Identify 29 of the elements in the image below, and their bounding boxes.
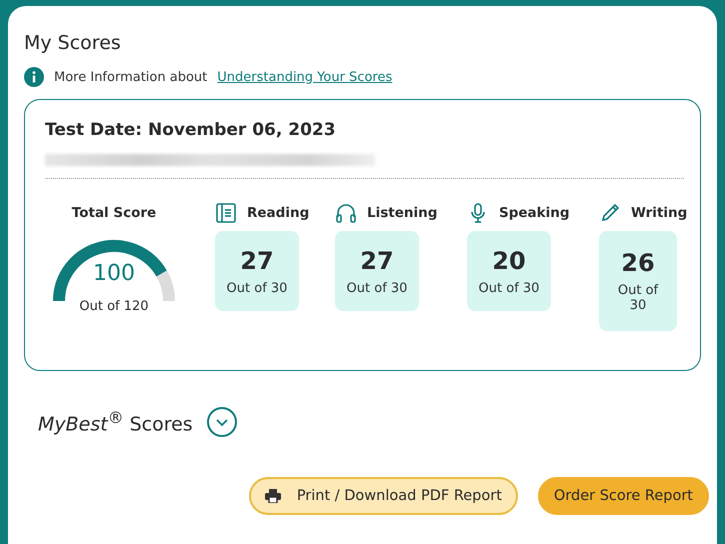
section-out-of: Out of 30 <box>226 280 288 296</box>
section-out-of: Out of 30 <box>346 280 408 296</box>
total-score-label: Total Score <box>72 204 156 223</box>
printer-icon <box>264 489 281 503</box>
order-report-button[interactable]: Order Score Report <box>538 477 709 515</box>
print-button[interactable]: Print / Download PDF Report <box>248 477 518 515</box>
section-label: Writing <box>631 205 688 221</box>
section-score: 26 <box>621 249 655 277</box>
book-icon <box>215 202 237 224</box>
total-score-out-of: Out of 120 <box>78 299 150 314</box>
section-score: 27 <box>360 246 394 274</box>
section-label: Reading <box>247 205 310 221</box>
section-score: 20 <box>492 246 526 274</box>
mybest-title: MyBest$^{®}$ Scores <box>38 408 193 436</box>
section-label: Speaking <box>499 205 570 221</box>
expand-button[interactable] <box>206 407 237 437</box>
test-date: Test Date: November 06, 2023 <box>45 120 337 140</box>
chevron-icon <box>214 417 229 427</box>
headphones-icon <box>335 202 357 224</box>
section-score: 27 <box>240 246 274 274</box>
info-text: More Information about <box>54 70 208 84</box>
pencil-icon <box>599 202 621 224</box>
section-out-of: Out of 30 <box>616 283 660 313</box>
section-label: Listening <box>367 205 438 221</box>
info-icon <box>24 67 44 87</box>
page-title: My Scores <box>24 32 122 54</box>
understanding-scores-link[interactable]: Understanding Your Scores <box>217 70 392 84</box>
section-out-of: Out of 30 <box>478 280 540 296</box>
total-score-value: 100 <box>92 261 136 286</box>
